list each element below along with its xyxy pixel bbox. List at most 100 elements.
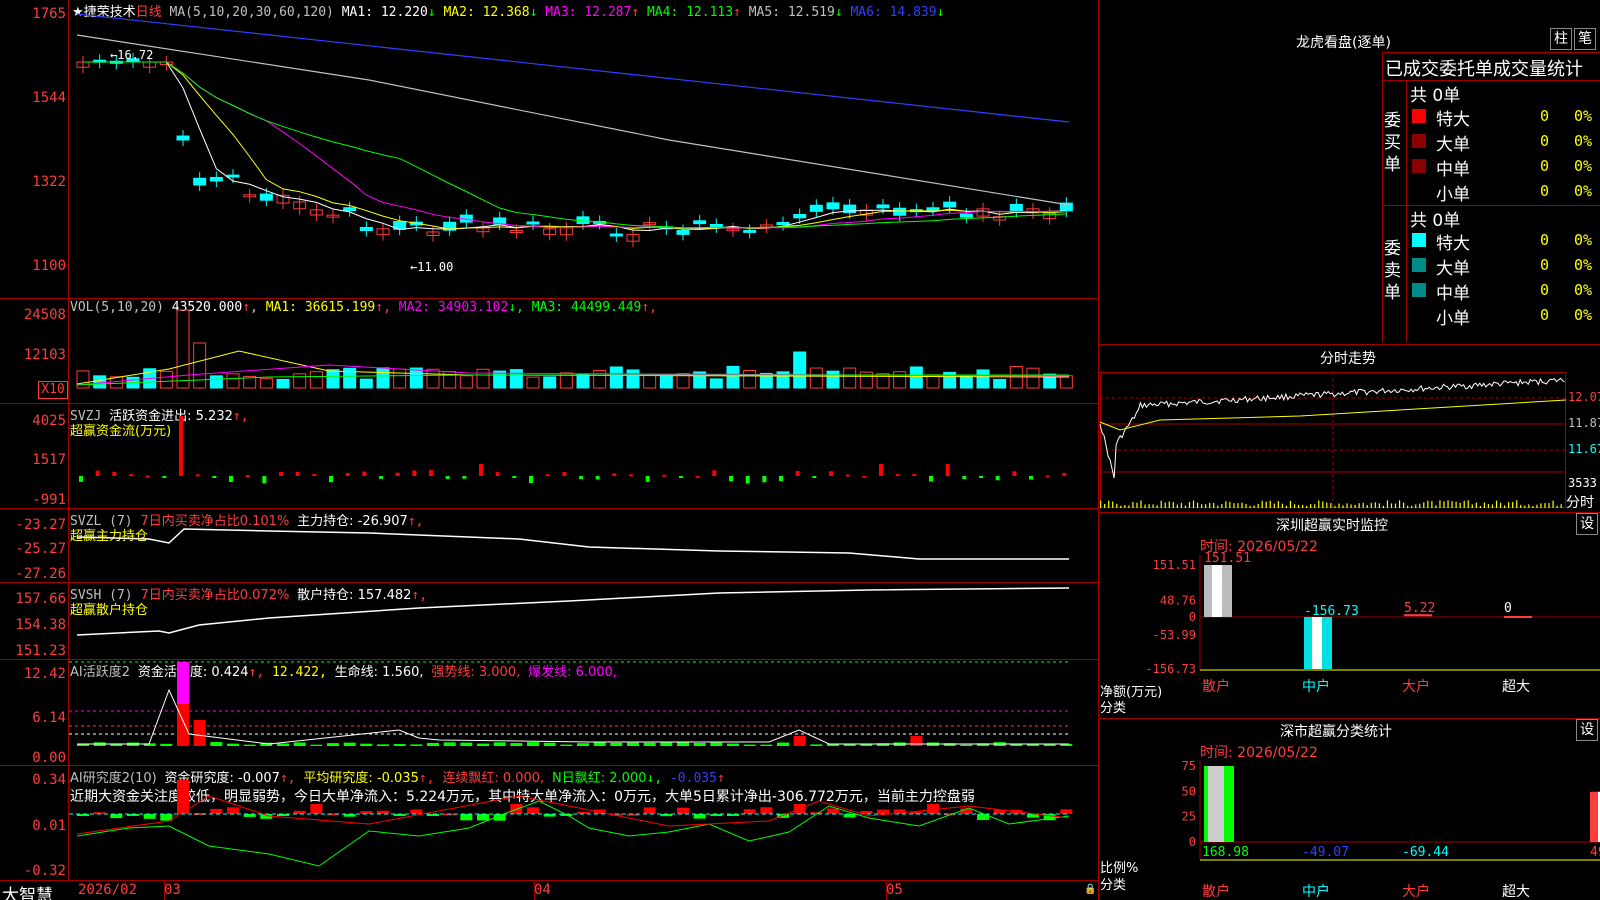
classify-value-label: -69.44 [1402,845,1449,860]
order-count: 0 [1540,256,1550,274]
classify-ytick: 75 [1182,759,1196,773]
ai-bar [560,744,573,746]
ai-bar [393,744,406,746]
ai-bar [360,743,373,746]
vol-bar [276,378,290,389]
intraday-vol-bar [1390,503,1393,508]
intraday-vol-bar [1277,501,1279,508]
ai-active-chart[interactable] [69,660,1098,765]
intraday-vol-bar [1499,502,1502,508]
intraday-vol-bar [1362,502,1364,508]
intraday-vol-bar [1463,500,1465,508]
tick-view-button[interactable]: 笔 [1574,28,1596,50]
svzl-chart[interactable] [69,509,1098,582]
ai-research-bar [177,780,189,814]
ai-bar [210,742,223,746]
intraday-vol-bar [1556,505,1558,508]
svsh-chart[interactable] [69,583,1098,659]
bar-view-button[interactable]: 柱 [1550,28,1572,50]
legend-swatch [1412,258,1426,272]
order-count: 0 [1540,231,1550,249]
svzj-ytick-1: 4025 [32,413,66,429]
sell-total: 共 0单 [1410,211,1461,231]
svzj-bar [379,476,383,479]
ai-bar [577,743,589,746]
intraday-chart[interactable] [1099,372,1567,508]
svzl-ytick-2: -25.27 [15,541,66,557]
svzj-bar [762,476,767,483]
ai-research-ytick-1: 0.34 [32,772,66,788]
intraday-vol-bar [1104,504,1106,508]
classify-chart[interactable]: 75 50 25 0 168.98 散户 -49.07 中户 -69.44 大户 49.54 超大 [1100,759,1600,900]
vol-bar [193,342,207,389]
svzj-bar [612,473,617,476]
legend-swatch [1412,283,1426,297]
vol-bar [843,367,857,389]
intraday-vol-bar [1152,504,1154,508]
vol-bar [476,368,490,389]
svzj-bar [479,464,483,476]
classify-value-label: 49.54 [1590,845,1600,860]
intraday-vol-bar [1196,502,1199,508]
svzj-bar [629,474,633,477]
ai-bar [427,742,439,746]
order-percent: 0% [1574,281,1593,299]
intraday-vol-bar [1403,502,1405,508]
vol-bar [259,377,273,389]
ai-active-ytick-1: 12.42 [23,666,66,682]
intraday-vol-bar [1209,502,1211,508]
order-size-label: 大单 [1436,259,1470,279]
monitor-bar-highlight [1212,565,1222,617]
intraday-vol-bar [1213,502,1215,508]
kline-candle [793,214,807,219]
ma-line-2 [83,61,1067,230]
ai-research-chart[interactable] [69,766,1098,880]
intraday-vol-bar [1192,500,1195,508]
svsh-ytick-1: 157.66 [15,591,66,607]
kline-chart[interactable] [69,0,1098,298]
ai-bar [593,742,606,746]
svsh-line [76,587,1070,636]
intraday-vol-bar [1168,501,1170,508]
svzj-chart[interactable] [69,404,1098,508]
svzj-bar [545,474,550,477]
intraday-vol-bar [1528,504,1530,508]
intraday-unit: 分时 [1566,495,1594,511]
svzj-bar [812,476,817,478]
kline-candle [876,204,890,209]
order-percent: 0% [1574,182,1593,200]
intraday-vol-bar [1253,505,1255,508]
intraday-vol-bar [1164,502,1166,508]
ai-bar [327,743,339,746]
classify-category-label: 超大 [1502,884,1530,900]
kline-candle [693,220,707,225]
svzj-bar [579,476,583,480]
intraday-vol-bar [1447,500,1449,508]
svzj-bar [229,476,233,482]
kline-candle [176,135,190,141]
ai-research-bar [227,807,239,814]
intraday-vol-bar [1285,505,1288,508]
svsh-ytick-3: 151.23 [15,643,66,659]
ma-line-1 [83,61,1067,231]
volume-chart[interactable] [69,299,1098,403]
xaxis-label-mar: 03 [164,882,181,898]
buy-side-label: 委买单 [1384,111,1401,175]
intraday-vol-bar [1398,500,1401,508]
vol-bar [393,368,407,389]
monitor-chart[interactable]: 151.51 48.76 0 -53.99 -156.73 151.51 散户 -156.73… [1100,551,1600,715]
vol-bar [1059,375,1073,389]
intraday-vol-bar [1487,504,1490,508]
intraday-vol-bar [1180,502,1182,508]
monitor-settings-button[interactable]: 设 [1576,513,1598,535]
classify-settings-button[interactable]: 设 [1576,719,1598,741]
ai-bar [610,742,623,746]
intraday-vol-bar [1512,502,1514,508]
ai-research-bar [310,804,323,814]
intraday-vol-bar [1297,504,1300,508]
intraday-tick-1: 12.07 [1568,390,1600,404]
svzj-bar [162,476,167,478]
svzj-bar [979,476,983,478]
kline-candle [826,202,840,210]
lock-icon[interactable]: 🔒 [1084,884,1096,895]
